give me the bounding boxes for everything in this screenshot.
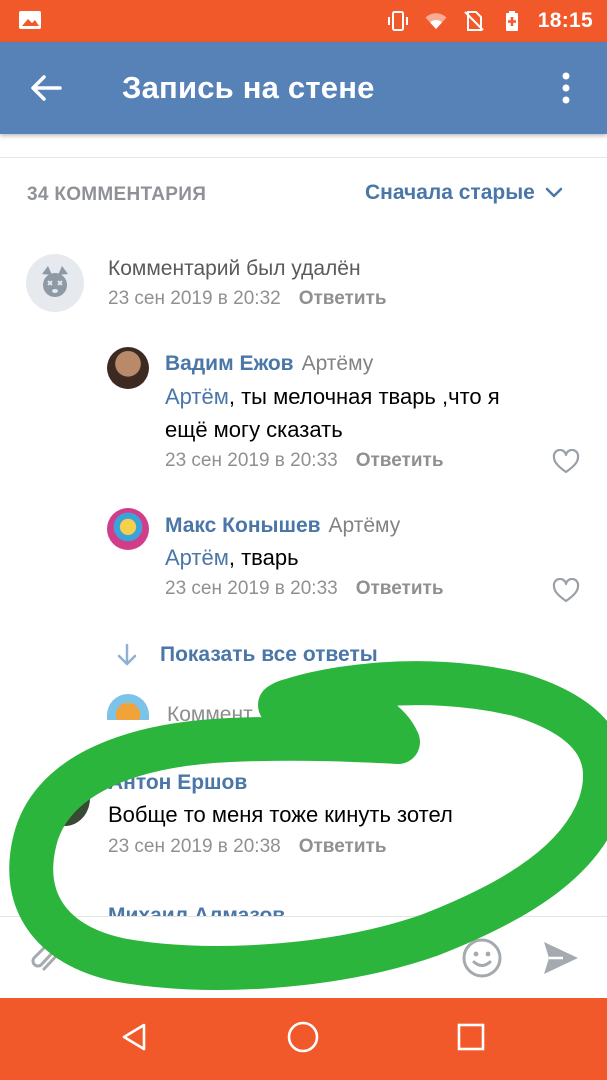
avatar[interactable] <box>107 508 149 550</box>
comment-date: 23 сен 2019 в 20:33 <box>165 578 338 599</box>
reply-button[interactable]: Ответить <box>299 288 387 309</box>
reply-button[interactable]: Ответить <box>356 450 444 471</box>
wifi-icon <box>425 13 447 29</box>
show-all-replies-button[interactable]: Показать все ответы <box>116 643 378 667</box>
navigation-bar <box>0 998 607 1080</box>
comment-meta: 23 сен 2019 в 20:32 Ответить <box>108 288 387 310</box>
comment-date: 23 сен 2019 в 20:38 <box>108 836 281 857</box>
comment-author[interactable]: Вадим Ежов Артёму <box>165 352 373 376</box>
comment-author[interactable]: Антон Ершов <box>108 771 247 795</box>
mention-link[interactable]: Артём <box>165 384 229 409</box>
deleted-dog-icon <box>42 266 68 297</box>
send-icon[interactable] <box>541 939 581 977</box>
comment-text: Артём, ты мелочная тварь ,что я <box>165 380 500 413</box>
avatar[interactable] <box>40 770 90 826</box>
no-sim-icon <box>464 11 484 31</box>
reply-to-label: Артёму <box>301 352 374 375</box>
deleted-comment-text: Комментарий был удалён <box>108 257 361 280</box>
comment-text: Вобще то меня тоже кинуть зотел <box>108 802 453 827</box>
status-bar: 18:15 <box>0 0 607 42</box>
comment-text-line: ещё могу сказать <box>165 417 343 442</box>
arrow-down-icon <box>117 643 137 666</box>
gallery-icon <box>19 11 41 29</box>
mention-link[interactable]: Артём <box>165 545 229 570</box>
back-arrow-icon[interactable] <box>26 68 66 108</box>
divider <box>0 157 607 158</box>
battery-charging-icon <box>505 11 518 31</box>
chevron-down-icon <box>545 187 563 198</box>
reply-button[interactable]: Ответить <box>356 578 444 599</box>
avatar-deleted-user <box>26 254 84 312</box>
partial-comment-text: Коммент <box>167 703 253 723</box>
heart-icon[interactable] <box>552 578 580 604</box>
nav-home-icon[interactable] <box>286 1020 320 1054</box>
reply-button[interactable]: Ответить <box>299 836 387 857</box>
nav-recents-icon[interactable] <box>456 1022 486 1052</box>
more-vert-icon[interactable] <box>550 68 582 108</box>
comment-date: 23 сен 2019 в 20:33 <box>165 450 338 471</box>
comment-meta: 23 сен 2019 в 20:38 Ответить <box>108 836 387 858</box>
emoji-icon[interactable] <box>461 937 503 979</box>
comment-text-line: , тварь <box>228 545 299 570</box>
comment-text-line: , ты мелочная тварь ,что я <box>228 384 500 409</box>
nav-back-icon[interactable] <box>119 1022 149 1052</box>
comment-meta: 23 сен 2019 в 20:33 Ответить <box>165 450 444 472</box>
comment-input[interactable]: Комментарий <box>96 945 235 971</box>
comment-input-bar: Комментарий <box>0 916 607 998</box>
sort-order-label: Сначала старые <box>365 181 535 204</box>
reply-to-label: Артёму <box>328 514 401 537</box>
comment-author[interactable]: Михаил Алмазов <box>108 904 285 916</box>
comment-author[interactable]: Макс Конышев Артёму <box>165 514 400 538</box>
comments-count: 34 КОММЕНТАРИЯ <box>27 184 207 205</box>
app-bar: Запись на стене <box>0 42 607 134</box>
comment-text: Артём, тварь <box>165 541 299 574</box>
heart-icon[interactable] <box>552 449 580 475</box>
status-time: 18:15 <box>537 9 593 32</box>
vibrate-icon <box>387 11 408 31</box>
avatar[interactable] <box>107 347 149 389</box>
comment-date: 23 сен 2019 в 20:32 <box>108 288 281 309</box>
comment-meta: 23 сен 2019 в 20:33 Ответить <box>165 578 444 600</box>
author-name[interactable]: Макс Конышев <box>165 514 321 537</box>
sort-order-button[interactable]: Сначала старые <box>365 181 563 205</box>
author-name[interactable]: Вадим Ежов <box>165 352 294 375</box>
show-all-replies-label: Показать все ответы <box>160 643 378 666</box>
paperclip-icon[interactable] <box>28 937 64 977</box>
avatar[interactable] <box>107 694 149 720</box>
page-title: Запись на стене <box>122 70 375 105</box>
